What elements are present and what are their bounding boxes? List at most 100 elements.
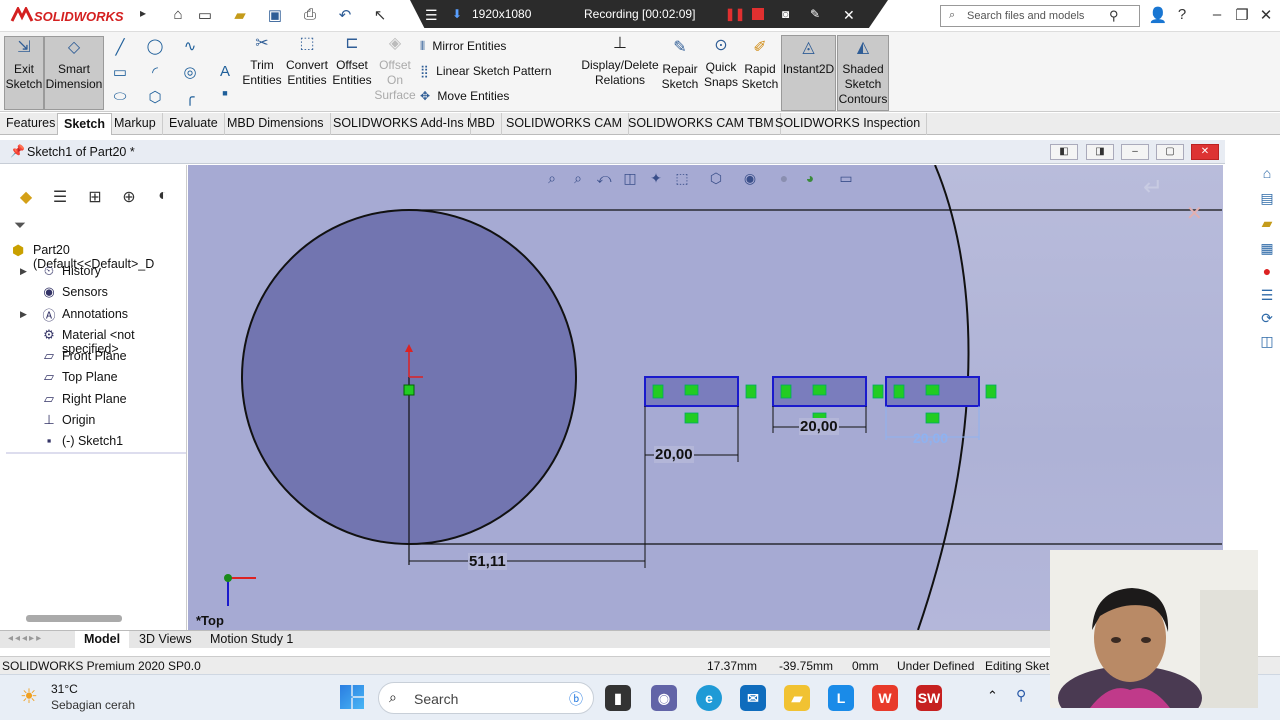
feature-tree-icon[interactable]: ◆ [11,187,41,211]
view-orientation-icon[interactable]: ⬚ [672,170,692,188]
zoom-area-icon[interactable]: ⌕ [568,170,588,188]
instant2d-button[interactable]: ◬ Instant2D [781,35,836,111]
lark-icon[interactable]: L [828,685,854,711]
cancel-corner-icon[interactable]: ✕ [1186,201,1203,226]
appearances-icon[interactable]: ● [1256,263,1278,283]
expand-history-icon[interactable]: ▶ [20,266,27,277]
doc-close-icon[interactable]: ✕ [1191,144,1219,160]
save-icon[interactable]: ▣ [265,6,285,24]
dimension-width-preview[interactable]: 20,00 [913,430,948,446]
mail-icon[interactable]: ✉ [740,685,766,711]
confirmation-corner-icon[interactable]: ↵ [1143,173,1163,202]
tab-3d-views[interactable]: 3D Views [130,631,201,649]
edit-appearance-icon[interactable]: ● [774,170,794,188]
solidworks-taskbar-icon[interactable]: SW [916,685,942,711]
doc-minimize-icon[interactable]: ‒ [1121,144,1149,160]
user-icon[interactable]: 👤 [1148,6,1168,24]
weather-temperature[interactable]: 31°C [51,682,78,696]
ellipse-icon[interactable]: ◎ [180,63,200,81]
undo-icon[interactable]: ↶ [335,6,355,24]
circle-icon[interactable]: ◯ [145,37,165,55]
tile-right-icon[interactable]: ◨ [1086,144,1114,160]
file-explorer-taskbar-icon[interactable]: ▰ [784,685,810,711]
rapid-sketch-button[interactable]: ✐ Rapid Sketch [741,40,779,96]
tree-item-sketch1[interactable]: (-) Sketch1 [62,434,123,448]
dimension-width[interactable]: 20,00 [654,446,694,463]
horizontal-scrollbar[interactable] [26,615,122,622]
tree-item-front-plane[interactable]: Front Plane [62,349,127,363]
point-icon[interactable]: ■ [215,88,235,98]
filter-icon[interactable]: ⏷ [14,217,26,234]
tab-features[interactable]: Features [0,113,63,135]
tile-left-icon[interactable]: ◧ [1050,144,1078,160]
tab-model[interactable]: Model [75,631,130,649]
arc-icon[interactable]: ◜ [145,63,165,81]
dimension-offset[interactable]: 51,11 [468,553,507,570]
search-go-icon[interactable]: ⚲ [1109,8,1119,24]
file-explorer-icon[interactable]: ▰ [1256,215,1278,235]
tab-mbd[interactable]: MBD [461,113,502,135]
repair-sketch-button[interactable]: ✎ Repair Sketch [660,40,700,96]
tray-network-icon[interactable]: ⚲ [1016,687,1026,704]
wps-icon[interactable]: W [872,685,898,711]
home-icon[interactable]: ⌂ [168,6,188,24]
design-library-icon[interactable]: ▤ [1256,190,1278,210]
pen-icon[interactable]: ✎ [810,7,820,21]
tab-markup[interactable]: Markup [108,113,163,135]
offset-entities-button[interactable]: ⊏ Offset Entities [330,36,374,96]
open-icon[interactable]: ▰ [230,6,250,24]
tree-item-right-plane[interactable]: Right Plane [62,392,127,406]
doc-maximize-icon[interactable]: ▢ [1156,144,1184,160]
cam-icon[interactable]: ◫ [1256,333,1278,353]
smart-dimension-button[interactable]: ◇ Smart Dimension [44,36,104,110]
teams-icon[interactable]: ◉ [651,685,677,711]
tab-solidworks-cam[interactable]: SOLIDWORKS CAM [500,113,629,135]
tab-sketch[interactable]: Sketch [57,113,112,135]
convert-entities-button[interactable]: ⬚ Convert Entities [284,36,330,96]
configuration-icon[interactable]: ⊞ [80,187,110,211]
weather-description[interactable]: Sebagian cerah [51,698,135,712]
tree-item-sensors[interactable]: Sensors [62,285,108,299]
dimension-width-2[interactable]: 20,00 [799,418,839,435]
tab-solidworks-inspection[interactable]: SOLIDWORKS Inspection [769,113,928,135]
expand-annotations-icon[interactable]: ▶ [20,309,27,320]
window-close-icon[interactable]: ✕ [1256,6,1276,24]
task-view-icon[interactable]: ▮ [605,685,631,711]
apply-scene-icon[interactable]: ◕ [800,170,820,188]
spline-icon[interactable]: ∿ [180,37,200,55]
rectangle-icon[interactable]: ▭ [110,63,130,81]
tab-motion-study-1[interactable]: Motion Study 1 [201,631,302,649]
polygon-icon[interactable]: ⬡ [145,88,165,106]
appearance-icon[interactable]: ◐ [148,187,178,211]
tab-solidworks-add-ins[interactable]: SOLIDWORKS Add-Ins [327,113,471,135]
minimize-icon[interactable]: ‒ [1207,6,1227,24]
tree-item-origin[interactable]: Origin [62,413,95,427]
close-icon[interactable]: ✕ [843,7,855,24]
tree-item-annotations[interactable]: Annotations [62,307,128,321]
tray-chevron-icon[interactable]: ⌃ [987,688,998,704]
view-settings-icon[interactable]: ▭ [836,170,856,188]
pin-icon[interactable]: ⬇ [452,7,462,21]
new-file-icon[interactable]: ▭ [195,6,215,24]
search-box[interactable]: ⌕ Search files and models ⚲ [940,5,1140,27]
menu-icon[interactable]: ☰ [425,7,438,24]
dimxpert-icon[interactable]: ⊕ [114,187,144,211]
tree-item-history[interactable]: History [62,264,101,278]
stop-icon[interactable] [752,8,764,20]
chevron-right-icon[interactable]: ▸ [133,6,153,24]
trim-entities-button[interactable]: ✂ Trim Entities [240,36,284,96]
exit-sketch-button[interactable]: ⇲ Exit Sketch [4,36,44,110]
text-icon[interactable]: A [215,63,235,80]
search-input[interactable]: Search files and models [967,10,1084,22]
pin-doc-icon[interactable]: 📌 [10,144,25,158]
tab-mbd-dimensions[interactable]: MBD Dimensions [221,113,331,135]
taskbar-search[interactable]: ⌕ Search ⓑ [378,682,594,714]
resources-home-icon[interactable]: ⌂ [1256,165,1278,185]
move-entities-button[interactable]: ✥ Move Entities [420,89,580,107]
shaded-sketch-contours-button[interactable]: ◭ Shaded Sketch Contours [837,35,889,111]
section-view-icon[interactable]: ◫ [620,170,640,188]
property-manager-icon[interactable]: ☰ [45,187,75,211]
display-style-icon[interactable]: ⬡ [706,170,726,188]
weather-icon[interactable]: ☀ [20,684,38,709]
select-arrow-icon[interactable]: ↖ [370,6,390,24]
